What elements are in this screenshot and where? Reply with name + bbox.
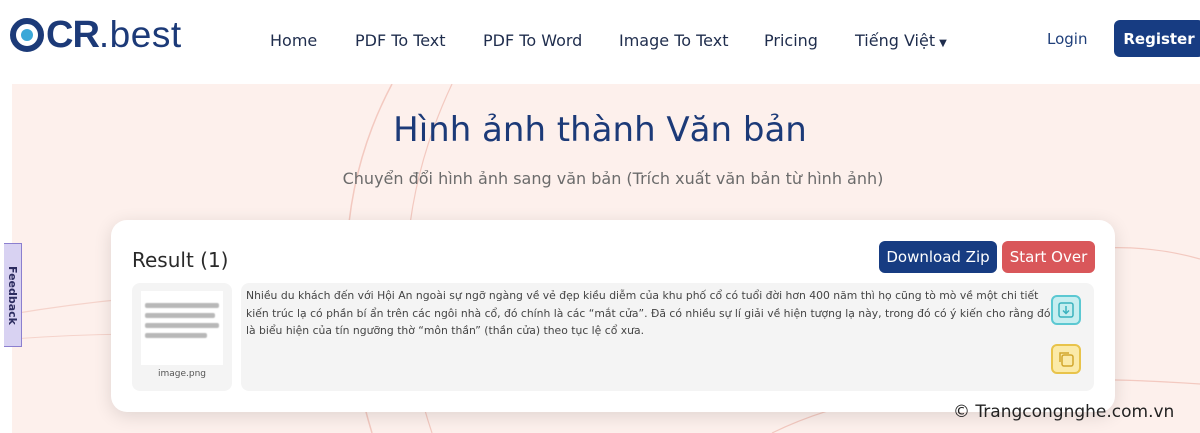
feedback-tab[interactable]: Feedback [4,243,22,347]
nav-language-dropdown[interactable]: Tiếng Việt ▼ [855,31,947,50]
start-over-button[interactable]: Start Over [1002,241,1095,273]
feedback-label: Feedback [6,265,19,325]
file-name: image.png [157,369,207,379]
register-button[interactable]: Register [1114,20,1200,57]
logo-o-icon [10,18,44,52]
language-label: Tiếng Việt [855,31,936,50]
login-link[interactable]: Login [1047,30,1087,48]
result-title: Result (1) [132,248,229,272]
nav-pdf-to-text[interactable]: PDF To Text [355,31,446,50]
site-logo[interactable]: CR .best [10,14,182,56]
thumbnail-image [141,291,223,365]
nav-image-to-text[interactable]: Image To Text [619,31,728,50]
caret-down-icon: ▼ [939,38,947,49]
thumb-text-line [145,303,219,308]
copy-icon[interactable] [1051,344,1081,374]
logo-suffix: .best [98,14,182,55]
extracted-text: Nhiều du khách đến với Hội An ngoài sự n… [246,289,1051,337]
extracted-text-box[interactable]: Nhiều du khách đến với Hội An ngoài sự n… [241,283,1094,391]
nav-pricing[interactable]: Pricing [764,31,818,50]
nav-home[interactable]: Home [270,31,317,50]
download-zip-button[interactable]: Download Zip [879,241,997,273]
watermark: © Trangcongnghe.com.vn [953,402,1175,422]
logo-prefix: CR [46,13,100,56]
nav-pdf-to-word[interactable]: PDF To Word [483,31,582,50]
logo-wordmark: CR [10,13,100,57]
file-thumbnail[interactable]: image.png [132,283,232,391]
download-icon[interactable] [1051,295,1081,325]
site-header: CR .best Home PDF To Text PDF To Word Im… [0,0,1200,80]
thumb-text-line [145,313,215,318]
page-title: Hình ảnh thành Văn bản [393,110,807,150]
result-card: Result (1) Download Zip Start Over image… [111,220,1115,412]
page-subtitle: Chuyển đổi hình ảnh sang văn bản (Trích … [342,169,884,188]
thumb-text-line [145,323,219,328]
thumb-text-line [145,333,207,338]
